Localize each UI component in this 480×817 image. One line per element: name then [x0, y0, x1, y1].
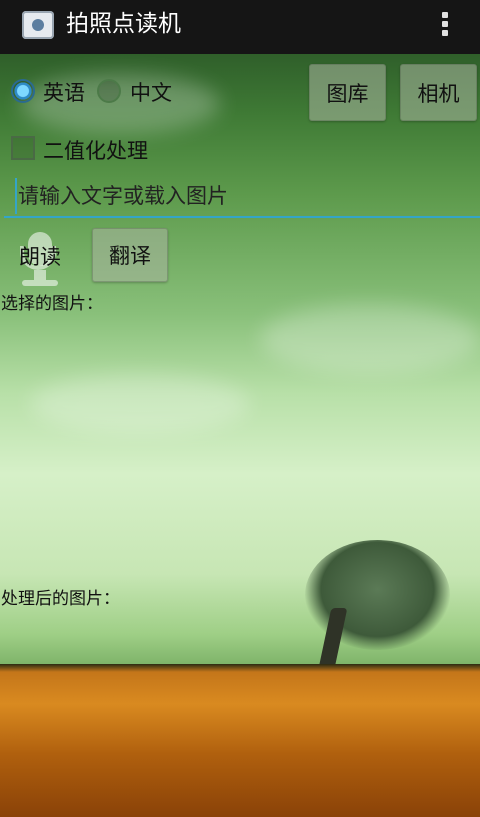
cloud — [30, 374, 250, 434]
radio-english[interactable] — [11, 79, 35, 103]
gallery-button[interactable]: 图库 — [309, 64, 386, 121]
text-cursor — [15, 178, 17, 214]
translate-button[interactable]: 翻译 — [92, 228, 168, 282]
processed-image-label: 处理后的图片： — [1, 589, 120, 609]
binarize-label[interactable]: 二值化处理 — [43, 135, 148, 165]
app-title: 拍照点读机 — [66, 11, 181, 37]
app-camera-icon — [22, 11, 54, 39]
camera-button[interactable]: 相机 — [400, 64, 477, 121]
cloud — [260, 304, 480, 374]
ground — [0, 664, 480, 817]
binarize-checkbox[interactable] — [11, 136, 35, 160]
text-input[interactable]: 请输入文字或载入图片 — [4, 176, 480, 218]
radio-english-label[interactable]: 英语 — [43, 77, 85, 107]
overflow-menu-icon[interactable] — [440, 10, 450, 40]
read-aloud-button[interactable]: 朗读 — [19, 241, 61, 271]
action-bar: 拍照点读机 — [0, 0, 480, 54]
radio-chinese[interactable] — [97, 79, 121, 103]
selected-image-label: 选择的图片： — [1, 294, 103, 314]
text-input-placeholder: 请输入文字或载入图片 — [18, 184, 228, 208]
radio-chinese-label[interactable]: 中文 — [130, 77, 172, 107]
